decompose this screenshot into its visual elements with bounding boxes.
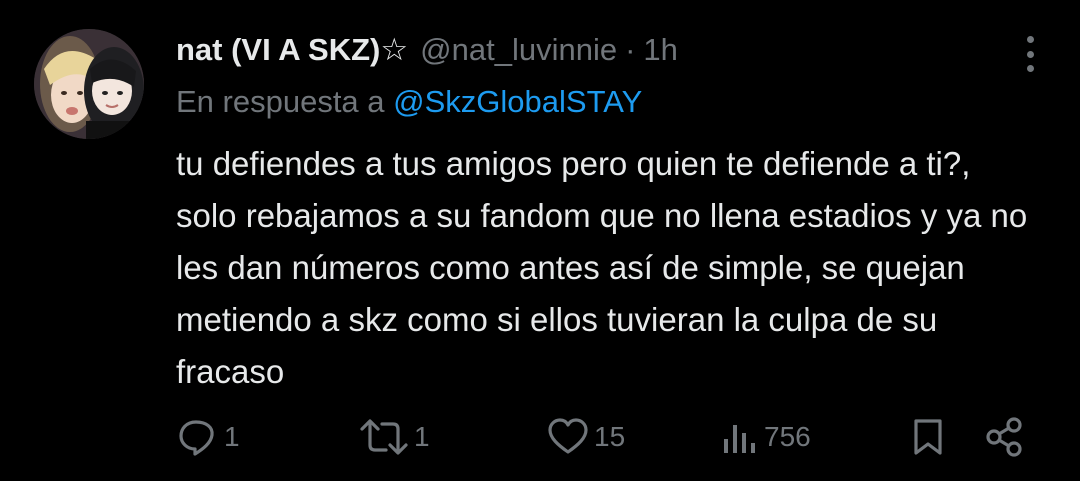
reply-count: 1: [224, 421, 240, 452]
bookmark-button[interactable]: [910, 412, 946, 462]
reply-button[interactable]: 1: [176, 412, 240, 462]
more-dot: [1026, 50, 1034, 58]
views-count: 756: [764, 421, 811, 452]
repost-icon: [360, 419, 408, 455]
reply-mention-link[interactable]: @SkzGlobalSTAY: [393, 84, 642, 119]
more-vertical-icon[interactable]: [1020, 36, 1040, 72]
views-button[interactable]: 756: [720, 412, 811, 462]
user-handle[interactable]: @nat_luvinnie: [420, 32, 617, 68]
views-icon: [724, 425, 755, 453]
display-name[interactable]: nat (VI A SKZ)☆: [176, 32, 408, 68]
share-icon: [986, 417, 1022, 457]
reply-context: En respuesta a @SkzGlobalSTAY: [176, 84, 642, 120]
timestamp[interactable]: 1h: [643, 32, 677, 68]
repost-button[interactable]: 1: [358, 412, 430, 462]
reply-prefix: En respuesta a: [176, 84, 385, 119]
tweet-text: tu defiendes a tus amigos pero quien te …: [176, 145, 1028, 390]
share-button[interactable]: [984, 412, 1024, 462]
separator-dot: ·: [625, 32, 636, 67]
avatar-image: [34, 29, 144, 139]
like-count: 15: [594, 421, 626, 452]
like-button[interactable]: 15: [546, 412, 625, 462]
reply-icon: [179, 420, 214, 456]
avatar[interactable]: [34, 29, 144, 139]
heart-icon: [548, 418, 588, 454]
action-bar: 1 1 15 756: [176, 412, 1036, 462]
more-dot: [1026, 36, 1034, 43]
repost-count: 1: [414, 421, 430, 452]
tweet-header: nat (VI A SKZ)☆ @nat_luvinnie · 1h: [176, 28, 678, 72]
bookmark-icon: [914, 419, 942, 455]
more-dot: [1026, 65, 1034, 72]
